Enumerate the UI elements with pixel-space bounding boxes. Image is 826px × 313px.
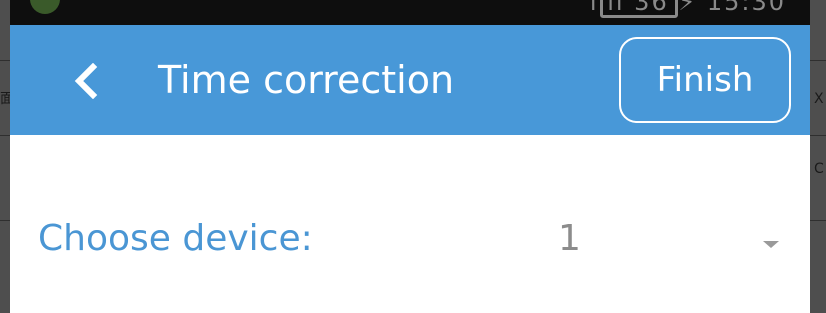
page-title: Time correction: [158, 58, 455, 102]
divider: [810, 60, 826, 61]
notification-icon: [30, 0, 60, 14]
device-dropdown[interactable]: 1: [510, 209, 800, 269]
choose-device-label: Choose device:: [38, 218, 313, 259]
desktop-left-edge: 面: [0, 0, 14, 313]
status-text: ııll 36 ⚡ 15:30: [589, 0, 786, 16]
finish-button[interactable]: Finish: [619, 37, 791, 123]
desktop-glyph: X: [814, 91, 824, 107]
desktop-right-edge: X C: [810, 0, 826, 313]
divider: [810, 135, 826, 136]
main-content: Choose device: 1: [10, 135, 810, 313]
dropdown-arrow-icon: [763, 241, 779, 248]
divider: [0, 220, 10, 221]
app-header: Time correction Finish: [10, 25, 810, 135]
desktop-glyph: C: [814, 161, 824, 177]
status-bar: ııll 36 ⚡ 15:30: [10, 0, 810, 25]
chevron-left-icon: [74, 63, 98, 99]
divider: [810, 220, 826, 221]
divider: [0, 135, 10, 136]
divider: [0, 60, 10, 61]
device-value: 1: [558, 218, 581, 259]
back-button[interactable]: [64, 53, 108, 109]
